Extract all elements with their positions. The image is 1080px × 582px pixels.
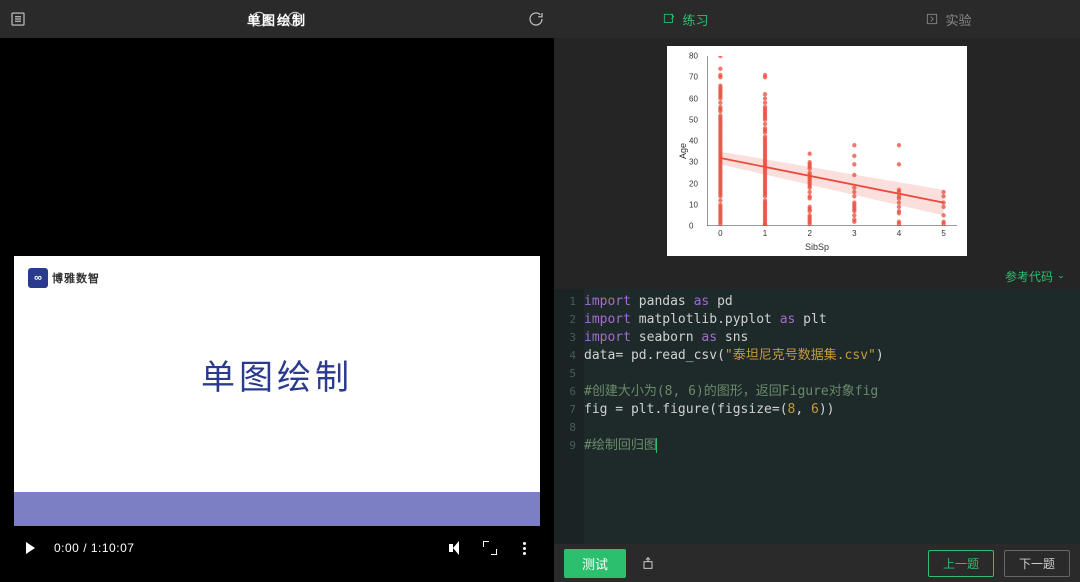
video-header: 单图绘制 <box>0 0 554 38</box>
slide-title: 单图绘制 <box>201 350 353 399</box>
video-controls: 0:00 / 1:10:07 <box>14 526 540 570</box>
code-pane: 练习 实验 Age SibSp 01020304050607080012345 … <box>554 0 1080 582</box>
x-axis-label: SibSp <box>805 242 829 252</box>
code-line[interactable]: 1import pandas as pd <box>554 293 1080 311</box>
code-line[interactable]: 5 <box>554 365 1080 383</box>
code-editor[interactable]: 1import pandas as pd2import matplotlib.p… <box>554 289 1080 544</box>
play-button[interactable] <box>20 542 40 554</box>
slide-footer-bar <box>14 492 540 526</box>
code-line[interactable]: 3import seaborn as sns <box>554 329 1080 347</box>
code-line[interactable]: 8 <box>554 419 1080 437</box>
code-line[interactable]: 7fig = plt.figure(figsize=(8, 6)) <box>554 401 1080 419</box>
next-arrow-icon[interactable] <box>277 10 313 28</box>
code-line[interactable]: 2import matplotlib.pyplot as plt <box>554 311 1080 329</box>
next-question-button[interactable]: 下一题 <box>1004 550 1070 577</box>
slide-logo: ∞ 博雅数智 <box>28 268 100 288</box>
chart-area: Age SibSp 01020304050607080012345 <box>554 38 1080 264</box>
video-time: 0:00 / 1:10:07 <box>54 541 134 555</box>
slide-content: ∞ 博雅数智 单图绘制 <box>14 256 540 526</box>
tabs: 练习 实验 <box>554 0 1080 38</box>
video-area[interactable]: ∞ 博雅数智 单图绘制 0:00 / 1:10:07 <box>0 38 554 582</box>
list-icon[interactable] <box>0 10 36 28</box>
refresh-icon[interactable] <box>518 10 554 28</box>
logo-mark: ∞ <box>28 268 48 288</box>
logo-text: 博雅数智 <box>52 270 100 286</box>
prev-question-button[interactable]: 上一题 <box>928 550 994 577</box>
scatter-chart: Age SibSp 01020304050607080012345 <box>667 46 967 256</box>
fullscreen-icon[interactable] <box>480 541 500 555</box>
volume-icon[interactable] <box>446 541 466 555</box>
footer-bar: 测试 上一题 下一题 <box>554 544 1080 582</box>
reference-code-link[interactable]: 参考代码 <box>1005 268 1066 285</box>
chart-svg <box>707 56 957 226</box>
code-line[interactable]: 4data= pd.read_csv("泰坦尼克号数据集.csv") <box>554 347 1080 365</box>
code-line[interactable]: 9#绘制回归图 <box>554 437 1080 455</box>
more-icon[interactable] <box>514 542 534 555</box>
submit-icon[interactable] <box>636 551 660 575</box>
code-line[interactable]: 6#创建大小为(8, 6)的图形，返回Figure对象fig <box>554 383 1080 401</box>
reference-row: 参考代码 <box>554 264 1080 289</box>
prev-arrow-icon[interactable] <box>241 10 277 28</box>
tab-practice[interactable]: 练习 <box>554 0 817 38</box>
y-axis-label: Age <box>678 143 688 159</box>
tab-experiment[interactable]: 实验 <box>817 0 1080 38</box>
app-root: 单图绘制 ∞ 博雅数智 单图绘制 <box>0 0 1080 582</box>
test-button[interactable]: 测试 <box>564 549 626 578</box>
video-pane: 单图绘制 ∞ 博雅数智 单图绘制 <box>0 0 554 582</box>
